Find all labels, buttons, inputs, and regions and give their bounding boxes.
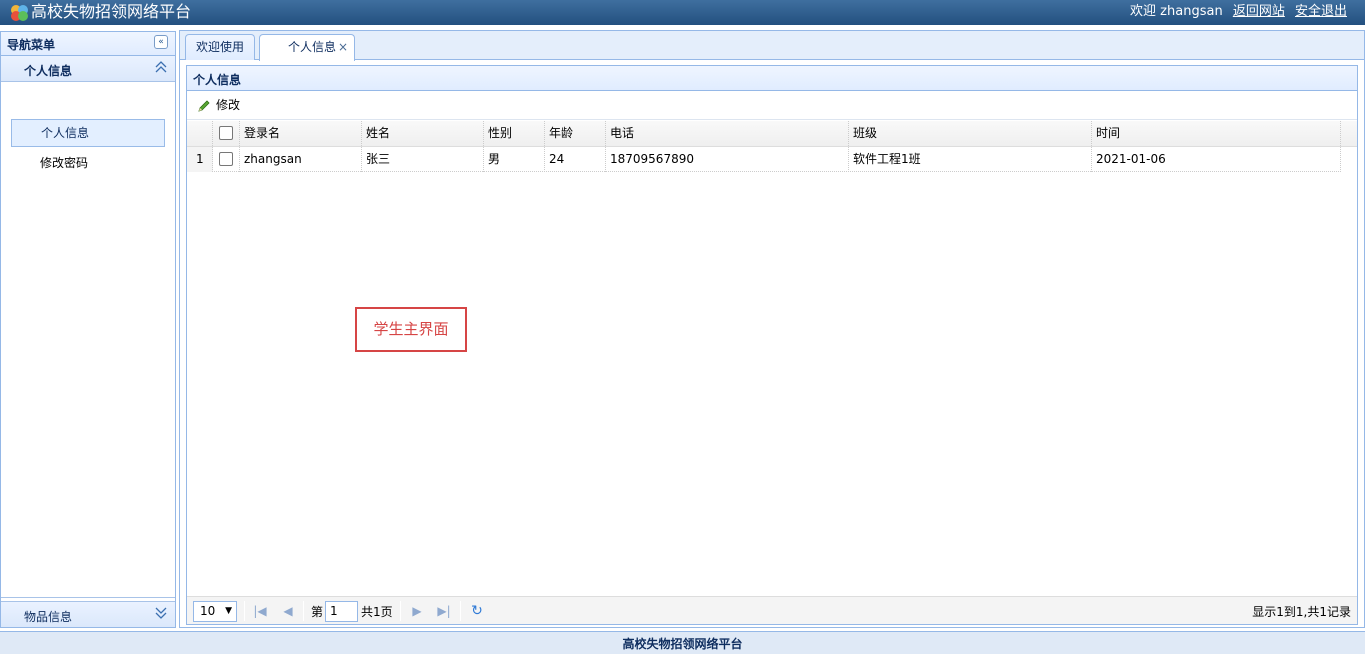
top-header: 高校失物招领网络平台 欢迎 zhangsan 返回网站 安全退出 [0,0,1365,25]
page-prefix: 第 [311,605,324,619]
column-header[interactable]: 年龄 [545,121,606,146]
column-header[interactable]: 性别 [484,121,545,146]
logout-link[interactable]: 安全退出 [1295,4,1347,19]
collapse-left-icon[interactable]: « [154,35,168,49]
cell-time: 2021-01-06 [1092,147,1341,172]
first-page-icon[interactable]: |◀ [252,603,268,619]
tab-personal-info-label: 个人信息 [288,40,337,54]
tab-personal-info[interactable]: 个人信息 × [259,34,355,61]
grid-toolbar: 修改 [187,91,1357,120]
column-header[interactable]: 时间 [1092,121,1341,146]
select-all-checkbox[interactable] [219,125,233,140]
cell-gender: 男 [484,147,545,172]
header-select-all[interactable] [213,121,240,146]
nav-title: 导航菜单 [7,38,56,52]
prev-page-icon[interactable]: ◀ [280,603,296,619]
accordion-items-title: 物品信息 [24,610,73,624]
chevron-up-icon[interactable] [155,60,167,74]
cell-phone: 18709567890 [606,147,849,172]
edit-button-label: 修改 [216,98,241,112]
row-checkbox[interactable] [219,151,233,166]
pager-info: 显示1到1,共1记录 [1252,605,1351,619]
pagination-bar: 10 ▼ |◀ ◀ 第 1 共1页 ▶ ▶| ↻ 显示1到1,共1记录 [187,596,1357,624]
back-to-site-link[interactable]: 返回网站 [1233,4,1285,19]
accordion-personal-header[interactable]: 个人信息 [1,56,175,82]
personal-info-panel: 个人信息 修改 登录名 姓名 性别 年龄 电话 班级 时间 1 zhangsan… [186,65,1358,625]
chevron-down-icon[interactable] [155,606,167,620]
page-total: 共1页 [361,605,393,619]
edit-button[interactable]: 修改 [196,97,240,115]
pencil-icon [198,100,210,112]
nav-header: 导航菜单 « [1,32,175,56]
accordion-items-header[interactable]: 物品信息 [1,601,175,627]
pager-divider [244,601,245,621]
table-row[interactable]: 1 zhangsan 张三 男 24 18709567890 软件工程1班 20… [187,147,1341,172]
page-size-value: 10 [200,604,216,618]
next-page-icon[interactable]: ▶ [409,603,425,619]
last-page-icon[interactable]: ▶| [436,603,452,619]
row-number: 1 [187,147,213,172]
nav-panel: 导航菜单 « 个人信息 个人信息 修改密码 物品信息 [0,31,176,628]
accordion-personal-body: 个人信息 修改密码 [1,82,175,598]
cell-login: zhangsan [240,147,362,172]
panel-title: 个人信息 [193,73,242,87]
nav-item-personal-info[interactable]: 个人信息 [11,119,165,147]
welcome-text: 欢迎 zhangsan [1130,4,1223,19]
close-icon[interactable]: × [338,35,348,59]
pager-divider [400,601,401,621]
cell-age: 24 [545,147,606,172]
row-select-cell[interactable] [213,147,240,172]
annotation-label: 学生主界面 [355,307,467,352]
refresh-icon[interactable]: ↻ [469,603,485,619]
chevron-down-icon: ▼ [225,606,232,616]
tabs-container: 欢迎使用 个人信息 × 个人信息 修改 登录名 姓名 性别 年龄 电话 班级 时… [179,30,1365,628]
user-area: 欢迎 zhangsan 返回网站 安全退出 [1130,3,1347,20]
footer: 高校失物招领网络平台 [0,631,1365,654]
app-logo-icon [11,5,28,21]
column-header[interactable]: 姓名 [362,121,484,146]
grid-header: 登录名 姓名 性别 年龄 电话 班级 时间 [187,121,1357,147]
column-header[interactable]: 班级 [849,121,1092,146]
app-title: 高校失物招领网络平台 [31,2,192,21]
pager-divider [303,601,304,621]
header-rownum-cell [187,121,213,146]
tab-strip: 欢迎使用 个人信息 × [180,31,1364,61]
tab-welcome[interactable]: 欢迎使用 [185,34,255,60]
panel-header: 个人信息 [187,66,1357,91]
cell-class: 软件工程1班 [849,147,1092,172]
column-header[interactable]: 登录名 [240,121,362,146]
column-header[interactable]: 电话 [606,121,849,146]
pager-divider [460,601,461,621]
page-number-input[interactable]: 1 [325,601,358,622]
page-size-select[interactable]: 10 ▼ [193,601,237,622]
cell-name: 张三 [362,147,484,172]
accordion-personal-title: 个人信息 [24,64,73,78]
nav-item-change-password[interactable]: 修改密码 [11,150,165,178]
